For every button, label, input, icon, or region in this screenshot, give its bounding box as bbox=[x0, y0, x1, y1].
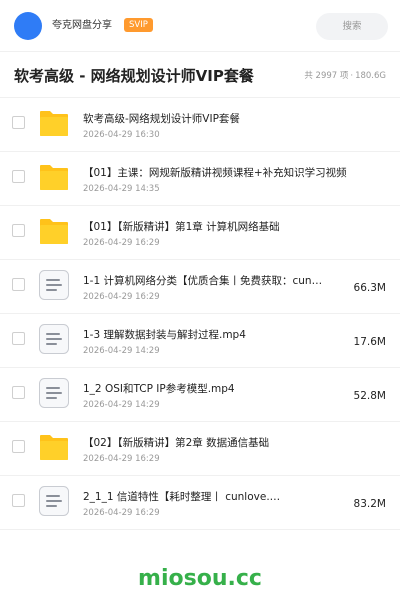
file-name: 1-1 计算机网络分类【优质合集丨免费获取：cun… bbox=[83, 275, 323, 287]
row-checkbox[interactable] bbox=[12, 116, 25, 129]
list-item[interactable]: 【01】主课：网规新版精讲视频课程+补充知识学习视频 2026-04-29 14… bbox=[0, 152, 400, 206]
file-date: 2026-04-29 14:29 bbox=[83, 400, 160, 410]
list-item[interactable]: 【02】【新版精讲】第2章 数据通信基础 2026-04-29 16:29 bbox=[0, 422, 400, 476]
file-date: 2026-04-29 16:30 bbox=[83, 130, 160, 140]
list-item[interactable]: 2_1_1 信道特性【耗时整理丨 cunlove.… 2026-04-29 16… bbox=[0, 476, 400, 530]
file-date: 2026-04-29 14:35 bbox=[83, 184, 160, 194]
row-checkbox[interactable] bbox=[12, 386, 25, 399]
folder-icon bbox=[38, 432, 70, 462]
document-icon bbox=[38, 486, 70, 516]
file-date: 2026-04-29 16:29 bbox=[83, 508, 160, 518]
file-name: 1_2 OSI和TCP IP参考模型.mp4 bbox=[83, 383, 235, 395]
file-size: 52.8M bbox=[353, 390, 386, 402]
file-list: 软考高级-网络规划设计师VIP套餐 2026-04-29 16:30 【01】主… bbox=[0, 98, 400, 530]
document-icon bbox=[38, 324, 70, 354]
list-item[interactable]: 1-3 理解数据封装与解封过程.mp4 2026-04-29 14:29 17.… bbox=[0, 314, 400, 368]
row-checkbox[interactable] bbox=[12, 440, 25, 453]
file-size: 66.3M bbox=[353, 282, 386, 294]
document-icon bbox=[38, 378, 70, 408]
row-checkbox[interactable] bbox=[12, 224, 25, 237]
file-name: 【01】【新版精讲】第1章 计算机网络基础 bbox=[83, 221, 280, 233]
folder-icon bbox=[38, 162, 70, 192]
file-name: 2_1_1 信道特性【耗时整理丨 cunlove.… bbox=[83, 491, 281, 503]
folder-icon bbox=[38, 216, 70, 246]
user-name: 夸克网盘分享 bbox=[52, 20, 112, 31]
file-name: 【01】主课：网规新版精讲视频课程+补充知识学习视频 bbox=[83, 167, 347, 179]
page-title: 软考高级 - 网络规划设计师VIP套餐 bbox=[14, 67, 254, 85]
search-button[interactable]: 搜索 bbox=[316, 13, 388, 40]
file-size: 83.2M bbox=[353, 498, 386, 510]
list-item[interactable]: 1_2 OSI和TCP IP参考模型.mp4 2026-04-29 14:29 … bbox=[0, 368, 400, 422]
summary-separator: · bbox=[350, 71, 354, 81]
list-item[interactable]: 软考高级-网络规划设计师VIP套餐 2026-04-29 16:30 bbox=[0, 98, 400, 152]
file-date: 2026-04-29 16:29 bbox=[83, 292, 160, 302]
row-checkbox[interactable] bbox=[12, 170, 25, 183]
file-date: 2026-04-29 16:29 bbox=[83, 238, 160, 248]
file-date: 2026-04-29 14:29 bbox=[83, 346, 160, 356]
folder-icon bbox=[38, 108, 70, 138]
file-name: 【02】【新版精讲】第2章 数据通信基础 bbox=[83, 437, 270, 449]
folder-summary: 共 2997 项 · 180.6G bbox=[303, 69, 387, 83]
watermark: miosou.cc bbox=[138, 566, 262, 591]
file-name: 1-3 理解数据封装与解封过程.mp4 bbox=[83, 329, 246, 341]
total-size: 180.6G bbox=[355, 71, 386, 81]
file-size: 17.6M bbox=[353, 336, 386, 348]
list-item[interactable]: 1-1 计算机网络分类【优质合集丨免费获取：cun… 2026-04-29 16… bbox=[0, 260, 400, 314]
document-icon bbox=[38, 270, 70, 300]
list-item[interactable]: 【01】【新版精讲】第1章 计算机网络基础 2026-04-29 16:29 bbox=[0, 206, 400, 260]
app-header: 夸克网盘分享 SVIP 搜索 bbox=[0, 0, 400, 52]
file-name: 软考高级-网络规划设计师VIP套餐 bbox=[83, 113, 240, 125]
row-checkbox[interactable] bbox=[12, 494, 25, 507]
title-bar: 软考高级 - 网络规划设计师VIP套餐 共 2997 项 · 180.6G bbox=[0, 52, 400, 98]
file-date: 2026-04-29 16:29 bbox=[83, 454, 160, 464]
row-checkbox[interactable] bbox=[12, 332, 25, 345]
svip-badge: SVIP bbox=[124, 18, 153, 32]
avatar[interactable] bbox=[14, 12, 42, 40]
row-checkbox[interactable] bbox=[12, 278, 25, 291]
item-count: 共 2997 项 bbox=[304, 71, 349, 81]
